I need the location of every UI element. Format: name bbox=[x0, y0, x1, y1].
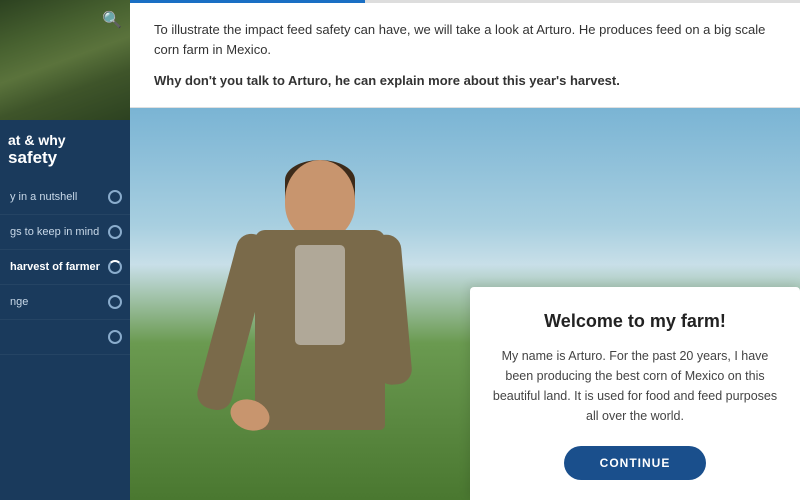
sidebar-radio-3 bbox=[108, 260, 122, 274]
sidebar-radio-2 bbox=[108, 225, 122, 239]
sidebar-item-5[interactable] bbox=[0, 320, 130, 355]
progress-bar-container bbox=[130, 0, 800, 3]
dialog-box: Welcome to my farm! My name is Arturo. F… bbox=[470, 287, 800, 500]
sidebar-title-line1: at & why bbox=[8, 132, 122, 148]
dialog-title: Welcome to my farm! bbox=[490, 311, 780, 332]
sidebar-item-nutshell[interactable]: y in a nutshell bbox=[0, 180, 130, 215]
sidebar-nav: y in a nutshell gs to keep in mind harve… bbox=[0, 172, 130, 500]
sidebar-title-line2: safety bbox=[8, 148, 122, 168]
arturo-body bbox=[210, 160, 430, 500]
sidebar-radio-1 bbox=[108, 190, 122, 204]
sidebar-item-harvest-farmer[interactable]: harvest of farmer bbox=[0, 250, 130, 285]
continue-button[interactable]: CONTINUE bbox=[564, 446, 707, 480]
arturo-head bbox=[285, 160, 355, 240]
search-icon[interactable]: 🔍 bbox=[102, 10, 122, 30]
sidebar-item-change[interactable]: nge bbox=[0, 285, 130, 320]
top-text-section: To illustrate the impact feed safety can… bbox=[130, 0, 800, 108]
sidebar-item-label: harvest of farmer bbox=[10, 261, 100, 273]
top-text-body: To illustrate the impact feed safety can… bbox=[154, 20, 776, 59]
sidebar: at & why safety 🔍 y in a nutshell gs to … bbox=[0, 0, 130, 500]
sidebar-item-label: gs to keep in mind bbox=[10, 226, 99, 238]
sidebar-item-label: y in a nutshell bbox=[10, 191, 77, 203]
sidebar-radio-4 bbox=[108, 295, 122, 309]
progress-bar-fill bbox=[130, 0, 365, 3]
main-content: To illustrate the impact feed safety can… bbox=[130, 0, 800, 500]
sidebar-item-keep-in-mind[interactable]: gs to keep in mind bbox=[0, 215, 130, 250]
dialog-body: My name is Arturo. For the past 20 years… bbox=[490, 346, 780, 426]
top-text-question: Why don't you talk to Arturo, he can exp… bbox=[154, 71, 776, 91]
sidebar-title: at & why safety bbox=[0, 120, 130, 172]
video-section: Welcome to my farm! My name is Arturo. F… bbox=[130, 108, 800, 500]
sidebar-radio-5 bbox=[108, 330, 122, 344]
sidebar-item-label: nge bbox=[10, 296, 28, 308]
arturo-figure bbox=[180, 118, 460, 500]
arturo-shirt bbox=[295, 245, 345, 345]
